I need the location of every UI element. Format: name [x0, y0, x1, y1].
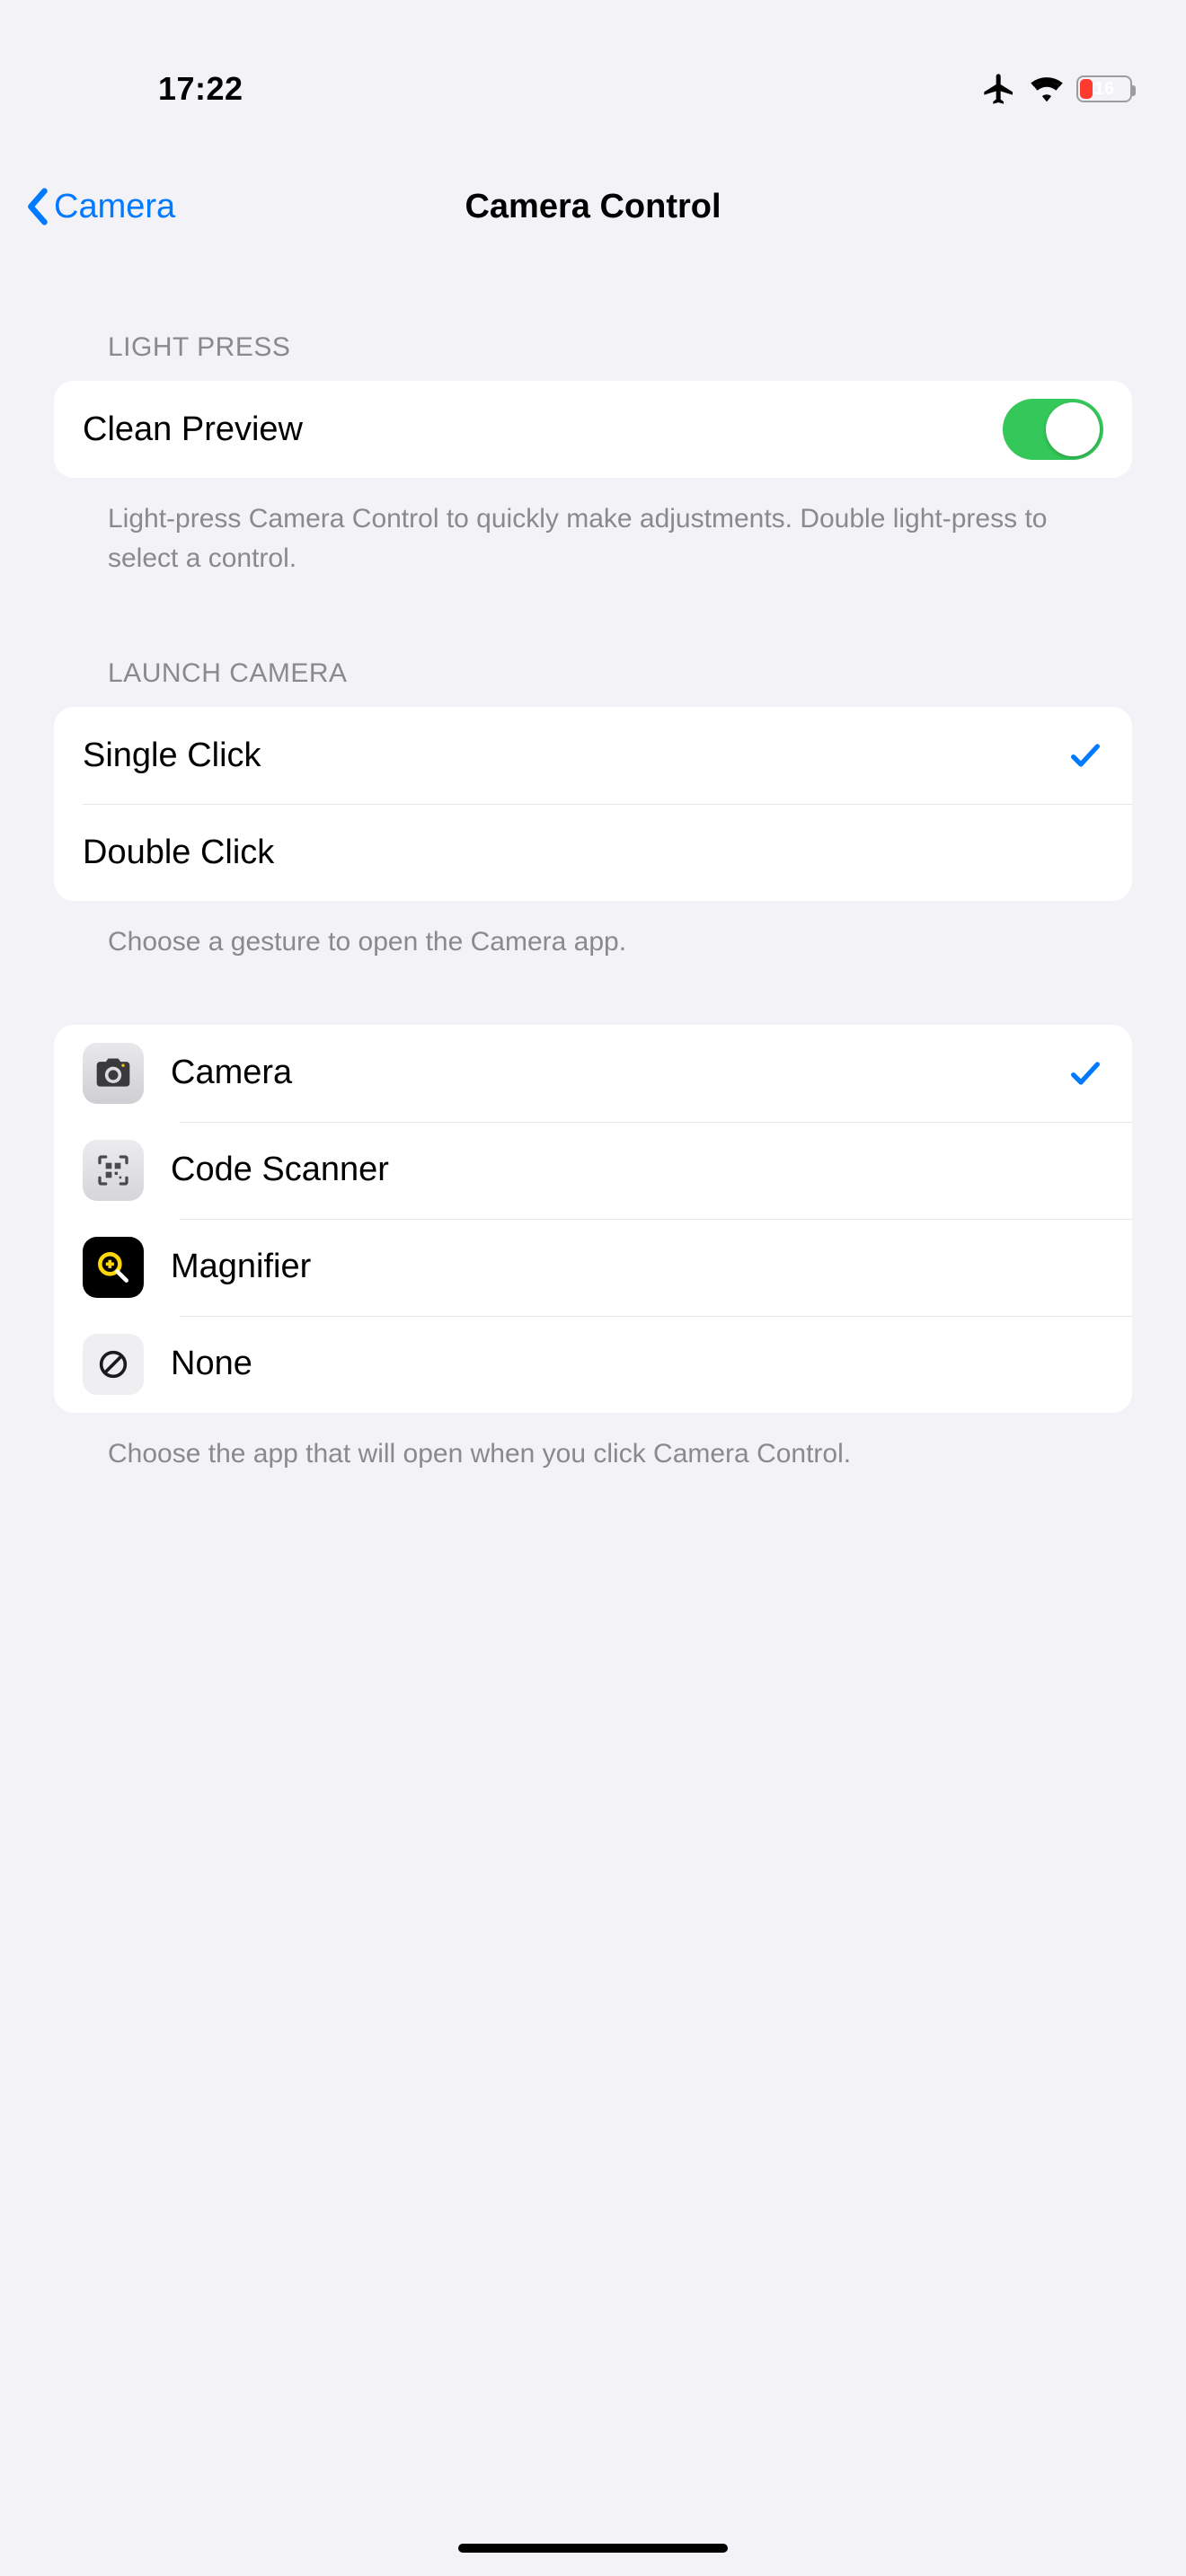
back-button[interactable]: Camera — [0, 187, 175, 226]
app-option-code-scanner[interactable]: Code Scanner — [54, 1122, 1132, 1219]
status-bar: 17:22 16 — [0, 0, 1186, 144]
chevron-left-icon — [27, 187, 50, 226]
section-header-light-press: Light Press — [54, 287, 1132, 381]
apps-card: Camera Code Scanner Magnifier None — [54, 1025, 1132, 1413]
launch-option-label: Single Click — [83, 737, 1067, 775]
airplane-mode-icon — [981, 71, 1017, 107]
app-option-label: Camera — [171, 1054, 1067, 1092]
battery-percent: 16 — [1094, 79, 1114, 100]
apps-footer: Choose the app that will open when you c… — [54, 1413, 1132, 1474]
status-icons: 16 — [981, 71, 1132, 107]
app-option-none[interactable]: None — [54, 1316, 1132, 1413]
clean-preview-label: Clean Preview — [83, 410, 1003, 449]
app-option-label: None — [171, 1345, 1103, 1383]
status-time: 17:22 — [158, 70, 243, 108]
light-press-footer: Light-press Camera Control to quickly ma… — [54, 478, 1132, 578]
wifi-icon — [1030, 75, 1064, 102]
launch-camera-footer: Choose a gesture to open the Camera app. — [54, 901, 1132, 962]
battery-indicator: 16 — [1076, 75, 1132, 102]
light-press-card: Clean Preview — [54, 381, 1132, 478]
checkmark-icon — [1067, 1055, 1103, 1091]
app-option-label: Magnifier — [171, 1248, 1103, 1286]
app-option-camera[interactable]: Camera — [54, 1025, 1132, 1122]
page-title: Camera Control — [0, 188, 1186, 226]
app-option-magnifier[interactable]: Magnifier — [54, 1219, 1132, 1316]
home-indicator — [458, 2544, 728, 2553]
checkmark-icon — [1067, 737, 1103, 773]
clean-preview-toggle[interactable] — [1003, 399, 1103, 460]
launch-option-label: Double Click — [83, 834, 1103, 872]
magnifier-icon — [83, 1237, 144, 1298]
launch-option-single-click[interactable]: Single Click — [54, 707, 1132, 804]
clean-preview-row[interactable]: Clean Preview — [54, 381, 1132, 478]
launch-camera-card: Single Click Double Click — [54, 707, 1132, 901]
back-label: Camera — [54, 188, 175, 226]
launch-option-double-click[interactable]: Double Click — [54, 804, 1132, 901]
section-header-launch-camera: Launch Camera — [54, 578, 1132, 707]
none-icon — [83, 1334, 144, 1395]
camera-icon — [83, 1043, 144, 1104]
app-option-label: Code Scanner — [171, 1151, 1103, 1189]
nav-bar: Camera Camera Control — [0, 162, 1186, 251]
qr-code-icon — [83, 1140, 144, 1201]
